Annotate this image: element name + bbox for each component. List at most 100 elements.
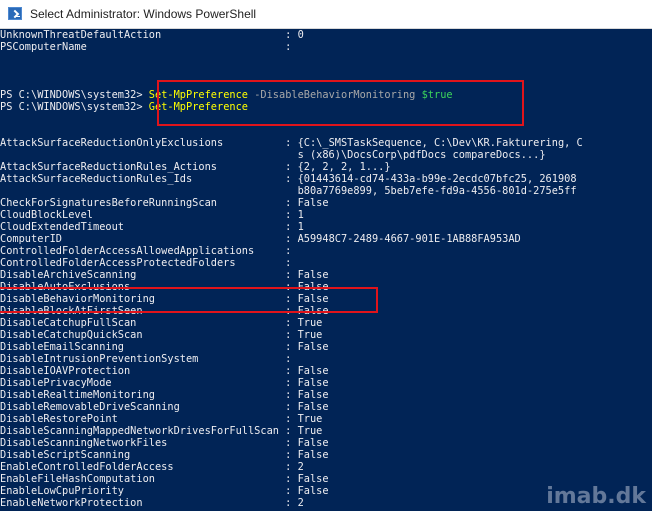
property-name: CloudBlockLevel :	[0, 209, 298, 221]
property-name: PSComputerName :	[0, 41, 298, 53]
property-row: DisablePrivacyMode : False	[0, 377, 652, 389]
property-row: CheckForSignaturesBeforeRunningScan : Fa…	[0, 197, 652, 209]
property-row: AttackSurfaceReductionRules_Actions : {2…	[0, 161, 652, 173]
property-value: True	[297, 317, 323, 329]
property-row: DisableRealtimeMonitoring : False	[0, 389, 652, 401]
property-value: False	[297, 305, 329, 317]
watermark-logo: imab.dk	[546, 484, 646, 509]
property-row: EnableControlledFolderAccess : 2	[0, 461, 652, 473]
property-value: False	[297, 293, 329, 305]
property-name: DisableScriptScanning :	[0, 449, 298, 461]
property-name: AttackSurfaceReductionOnlyExclusions :	[0, 137, 298, 149]
property-row: DisableRemovableDriveScanning : False	[0, 401, 652, 413]
property-name: EnableNetworkProtection :	[0, 497, 298, 509]
blank	[0, 113, 6, 125]
property-name: DisableEmailScanning :	[0, 341, 298, 353]
blank	[0, 53, 6, 65]
powershell-window: Select Administrator: Windows PowerShell…	[0, 0, 652, 511]
blank-line	[0, 53, 652, 65]
property-value: 2	[297, 461, 304, 473]
property-row: DisableCatchupQuickScan : True	[0, 329, 652, 341]
prompt: PS C:\WINDOWS\system32>	[0, 101, 149, 113]
cmdlet: Get-MpPreference	[148, 101, 248, 113]
property-row: DisableIntrusionPreventionSystem :	[0, 353, 652, 365]
blank-line	[0, 113, 652, 125]
property-name: DisableBehaviorMonitoring :	[0, 293, 298, 305]
property-name: DisableRestorePoint :	[0, 413, 298, 425]
property-name: DisablePrivacyMode :	[0, 377, 298, 389]
property-row: DisableArchiveScanning : False	[0, 269, 652, 281]
property-value: True	[297, 413, 323, 425]
property-name: EnableControlledFolderAccess :	[0, 461, 298, 473]
property-continuation: s (x86)\DocsCorp\pdfDocs compareDocs...}	[0, 149, 652, 161]
property-name: DisableCatchupFullScan :	[0, 317, 298, 329]
property-name: EnableLowCpuPriority :	[0, 485, 298, 497]
property-value: False	[297, 401, 329, 413]
property-name: DisableScanningMappedNetworkDrivesForFul…	[0, 425, 298, 437]
property-row: DisableScanningNetworkFiles : False	[0, 437, 652, 449]
property-row: DisableBlockAtFirstSeen : False	[0, 305, 652, 317]
blank-line	[0, 65, 652, 77]
title-bar[interactable]: Select Administrator: Windows PowerShell	[0, 0, 652, 29]
property-value: False	[297, 473, 329, 485]
property-value: False	[297, 389, 329, 401]
property-row: DisableBehaviorMonitoring : False	[0, 293, 652, 305]
property-row: UnknownThreatDefaultAction : 0	[0, 29, 652, 41]
property-value: False	[297, 269, 329, 281]
property-row: CloudExtendedTimeout : 1	[0, 221, 652, 233]
property-value: False	[297, 485, 329, 497]
blank	[0, 77, 6, 89]
property-row: DisableEmailScanning : False	[0, 341, 652, 353]
property-value: 1	[297, 221, 304, 233]
console-output[interactable]: UnknownThreatDefaultAction : 0 PSComputer…	[0, 29, 652, 511]
property-row: ComputerID : A59948C7-2489-4667-901E-1AB…	[0, 233, 652, 245]
argument: $true	[415, 89, 453, 101]
property-name: EnableFileHashComputation :	[0, 473, 298, 485]
property-value: A59948C7-2489-4667-901E-1AB88FA953AD	[297, 233, 521, 245]
property-name: DisableAutoExclusions :	[0, 281, 298, 293]
property-value-continued: s (x86)\DocsCorp\pdfDocs compareDocs...}	[0, 149, 546, 161]
property-name: AttackSurfaceReductionRules_Actions :	[0, 161, 298, 173]
command-line: PS C:\WINDOWS\system32> Get-MpPreference	[0, 101, 652, 113]
powershell-icon	[8, 7, 22, 20]
property-row: DisableIOAVProtection : False	[0, 365, 652, 377]
property-value: True	[297, 425, 323, 437]
property-name: DisableBlockAtFirstSeen :	[0, 305, 298, 317]
property-name: CheckForSignaturesBeforeRunningScan :	[0, 197, 298, 209]
property-name: DisableRemovableDriveScanning :	[0, 401, 298, 413]
property-name: ControlledFolderAccessAllowedApplication…	[0, 245, 298, 257]
property-value: False	[297, 365, 329, 377]
property-name: DisableArchiveScanning :	[0, 269, 298, 281]
property-row: ControlledFolderAccessProtectedFolders :	[0, 257, 652, 269]
property-value: {01443614-cd74-433a-b99e-2ecdc07bfc25, 2…	[297, 173, 577, 185]
property-name: DisableCatchupQuickScan :	[0, 329, 298, 341]
property-value: 0	[297, 29, 304, 41]
blank	[0, 125, 6, 137]
property-row: DisableAutoExclusions : False	[0, 281, 652, 293]
property-value: False	[297, 197, 329, 209]
blank-line	[0, 125, 652, 137]
property-value: {C:\_SMSTaskSequence, C:\Dev\KR.Fakturer…	[297, 137, 583, 149]
property-value: 2	[297, 497, 304, 509]
property-name: AttackSurfaceReductionRules_Ids :	[0, 173, 298, 185]
property-name: DisableRealtimeMonitoring :	[0, 389, 298, 401]
property-row: CloudBlockLevel : 1	[0, 209, 652, 221]
blank	[0, 65, 6, 77]
property-row: DisableRestorePoint : True	[0, 413, 652, 425]
property-continuation: b80a7769e899, 5beb7efe-fd9a-4556-801d-27…	[0, 185, 652, 197]
property-name: ControlledFolderAccessProtectedFolders :	[0, 257, 298, 269]
property-name: ComputerID :	[0, 233, 298, 245]
command-line: PS C:\WINDOWS\system32> Set-MpPreference…	[0, 89, 652, 101]
property-row: DisableCatchupFullScan : True	[0, 317, 652, 329]
property-name: DisableScanningNetworkFiles :	[0, 437, 298, 449]
property-row: DisableScriptScanning : False	[0, 449, 652, 461]
property-name: CloudExtendedTimeout :	[0, 221, 298, 233]
property-row: AttackSurfaceReductionRules_Ids : {01443…	[0, 173, 652, 185]
property-value-continued: b80a7769e899, 5beb7efe-fd9a-4556-801d-27…	[0, 185, 577, 197]
cmdlet: Set-MpPreference	[148, 89, 248, 101]
property-value: False	[297, 281, 329, 293]
property-value: False	[297, 449, 329, 461]
property-value: 1	[297, 209, 304, 221]
parameter: -DisableBehaviorMonitoring	[248, 89, 416, 101]
property-row: PSComputerName :	[0, 41, 652, 53]
